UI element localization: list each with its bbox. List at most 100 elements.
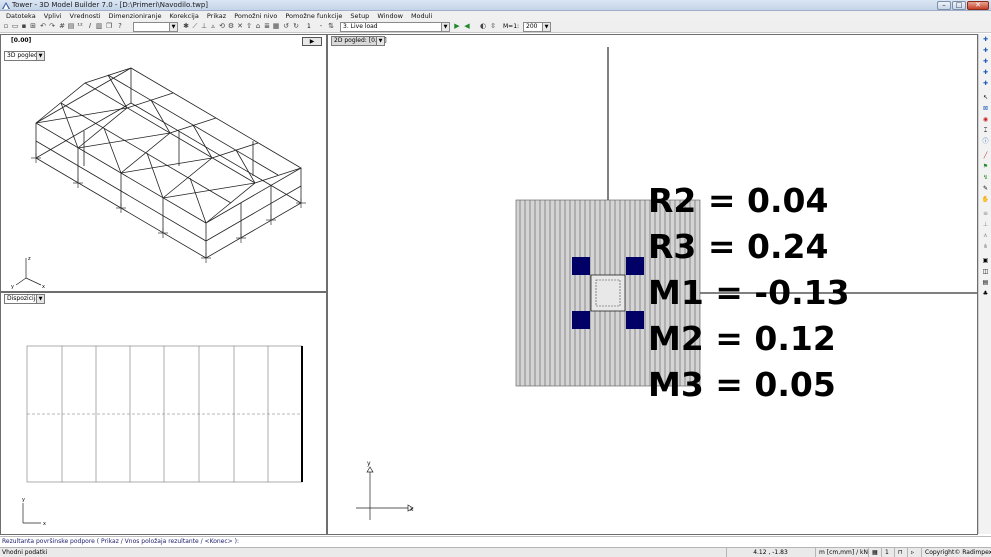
view-3d-name: 3D pogled — [7, 52, 38, 59]
contrast-icon[interactable]: ◐ — [479, 22, 487, 31]
command-line[interactable]: Rezultanta površinske podpore ( Prikaz /… — [0, 536, 991, 546]
prev-case-icon[interactable]: ◀ — [463, 22, 471, 31]
scale-select[interactable]: 200 ▼ — [523, 22, 551, 32]
open-file-icon[interactable]: ▭ — [11, 22, 19, 31]
menu-datoteka[interactable]: Datoteka — [2, 12, 40, 20]
snap-toggle-icon[interactable]: ⊓ — [894, 548, 906, 557]
menu-korekcija[interactable]: Korekcija — [165, 12, 202, 20]
chart-icon[interactable]: ▥ — [95, 22, 103, 31]
info-icon[interactable]: ⓘ — [981, 138, 990, 146]
tree-icon[interactable]: ♣ — [981, 290, 990, 298]
grid-icon[interactable]: # — [58, 22, 66, 31]
table-icon[interactable]: ▤ — [67, 22, 75, 31]
line-tool-icon[interactable]: ╱ — [981, 152, 990, 160]
copy-icon[interactable]: ❐ — [105, 22, 113, 31]
zoom-window-icon[interactable]: ⊠ — [981, 105, 990, 113]
menu-dimenzioniranje[interactable]: Dimenzioniranje — [105, 12, 166, 20]
dispo-axis-y-label: y — [22, 497, 25, 503]
play-button[interactable]: ▶ — [302, 37, 322, 46]
minimize-button[interactable]: – — [937, 1, 951, 10]
settings-icon[interactable]: ⚙ — [227, 22, 235, 31]
result-r3: R3 = 0.24 — [648, 227, 829, 266]
chevron-down-icon: ▼ — [36, 52, 44, 60]
menu-prikaz[interactable]: Prikaz — [203, 12, 230, 20]
undo-icon[interactable]: ↶ — [39, 22, 47, 31]
maximize-button[interactable]: □ — [952, 1, 966, 10]
element-combo[interactable]: ▼ — [133, 22, 178, 32]
result-r2: R2 = 0.04 — [648, 181, 829, 220]
forward-icon[interactable]: ↻ — [292, 22, 300, 31]
support-icon[interactable]: ▵ — [209, 22, 217, 31]
status-mode: Vhodni podatki — [2, 549, 48, 556]
load-case-value: 3. Live load — [343, 23, 378, 30]
layers-icon[interactable]: ≣ — [263, 22, 271, 31]
redo-icon[interactable]: ↷ — [48, 22, 56, 31]
scale-tool-icon[interactable]: ✚ — [981, 80, 990, 88]
chevron-down-icon: ▼ — [169, 23, 177, 31]
grid-toggle-icon[interactable]: ▦ — [868, 548, 880, 557]
status-units[interactable]: m [cm,mm] / kN — [815, 548, 868, 557]
node-tool-icon[interactable]: ⋏ — [981, 232, 990, 240]
target-icon[interactable]: ◉ — [981, 116, 990, 124]
next-case-icon[interactable]: ▶ — [453, 22, 461, 31]
spin-icon[interactable]: ⇅ — [327, 22, 335, 31]
back-icon[interactable]: ↺ — [282, 22, 290, 31]
menu-setup[interactable]: Setup — [346, 12, 373, 20]
ortho-toggle-icon[interactable]: ▹ — [907, 548, 919, 557]
hand-icon[interactable]: ✋ — [981, 196, 990, 204]
menu-moduli[interactable]: Moduli — [407, 12, 436, 20]
menu-vplivi[interactable]: Vplivi — [40, 12, 66, 20]
move-icon[interactable]: ✚ — [981, 36, 990, 44]
main-toolbar: ▫ ▭ ▪ ⊞ ↶ ↷ # ▤ ¹² 𝐼 ▥ ❐ ? ▼ ✱ ⟋ ⊥ ▵ ⟲ ⚙… — [0, 21, 991, 33]
cross-icon[interactable]: ✕ — [236, 22, 244, 31]
window-title: Tower - 3D Model Builder 7.0 - [D:\Prime… — [12, 1, 209, 9]
pointer-icon[interactable]: ↖ — [981, 94, 990, 102]
view-dispo-panel[interactable]: Dispozicija ▼ y x — [0, 292, 327, 535]
rotate-icon[interactable]: ⟲ — [218, 22, 226, 31]
beam-icon[interactable]: ⟋ — [191, 22, 199, 31]
result-m1: M1 = -0.13 — [648, 273, 850, 312]
edit-icon[interactable]: ✎ — [981, 185, 990, 193]
view-3d-select[interactable]: 3D pogled ▼ — [4, 51, 45, 61]
axis-x-label: x — [42, 284, 45, 290]
status-coords: 4.12 , -1.83 — [726, 548, 814, 557]
copy-tool-icon[interactable]: ✚ — [981, 47, 990, 55]
close-button[interactable]: ✕ — [967, 1, 989, 10]
menu-vrednosti[interactable]: Vrednosti — [66, 12, 105, 20]
menu-pomozni-nivo[interactable]: Pomožni nivo — [230, 12, 281, 20]
dim-icon[interactable]: ≡ — [981, 210, 990, 218]
menu-bar: Datoteka Vplivi Vrednosti Dimenzioniranj… — [0, 11, 991, 21]
tower-app-icon — [2, 2, 10, 9]
node-icon[interactable]: ✱ — [182, 22, 190, 31]
roof-icon[interactable]: ⌂ — [254, 22, 262, 31]
print-icon[interactable]: ⊞ — [29, 22, 37, 31]
chevron-down-icon: ▼ — [542, 23, 550, 31]
column-icon[interactable]: ⊥ — [200, 22, 208, 31]
help-icon[interactable]: ? — [116, 22, 124, 31]
view-dispo-select[interactable]: Dispozicija ▼ — [4, 294, 45, 304]
view-3d-panel[interactable]: [0.00] ▶ 3D pogled ▼ z x y — [0, 34, 327, 292]
rotate-tool-icon[interactable]: ✚ — [981, 58, 990, 66]
load-case-select[interactable]: 3. Live load ▼ — [340, 22, 450, 32]
status-copyright: Copyright© Radimpex — [921, 548, 991, 557]
italic-icon[interactable]: 𝐼 — [86, 22, 94, 31]
force-icon[interactable]: ↯ — [981, 174, 990, 182]
new-file-icon[interactable]: ▫ — [2, 22, 10, 31]
render-icon[interactable]: ▤ — [981, 279, 990, 287]
close-icon: ✕ — [975, 1, 981, 9]
wall-icon[interactable]: ▦ — [272, 22, 280, 31]
view-icon[interactable]: ▣ — [981, 257, 990, 265]
load-icon[interactable]: ⚑ — [981, 163, 990, 171]
cube-icon[interactable]: ◫ — [981, 268, 990, 276]
measure-icon[interactable]: ⌶ — [981, 127, 990, 135]
up-icon[interactable]: ⇧ — [245, 22, 253, 31]
menu-pomozne-funkcije[interactable]: Pomožne funkcije — [281, 12, 346, 20]
numbers-icon[interactable]: ¹² — [76, 22, 84, 31]
plate-icon[interactable]: ⋔ — [981, 243, 990, 251]
save-icon[interactable]: ▪ — [20, 22, 28, 31]
section-icon[interactable]: ⊥ — [981, 221, 990, 229]
view-2d-panel[interactable]: 2D pogled: [0.00] ▼ y x R2 = 0.04 R3 = 0… — [327, 34, 978, 535]
fit-icon[interactable]: ⇳ — [489, 22, 497, 31]
menu-window[interactable]: Window — [373, 12, 407, 20]
mirror-icon[interactable]: ✚ — [981, 69, 990, 77]
